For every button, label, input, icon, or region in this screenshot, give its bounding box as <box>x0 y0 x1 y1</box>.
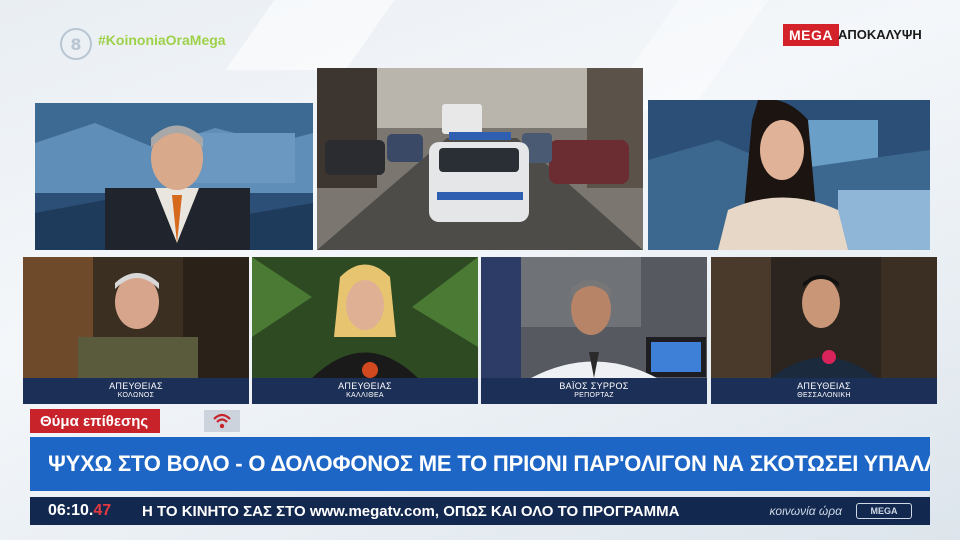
channel-logo-icon: 8 <box>60 28 92 60</box>
panel-status-label: ΑΠΕΥΘΕΙΑΣ <box>338 381 392 391</box>
ticker-show-name: κοινωνία ώρα <box>769 504 842 518</box>
hashtag-label: #KoinoniaOraMega <box>98 32 226 48</box>
panel-caption: ΒΑΪΟΣ ΣΥΡΡΟΣ ΡΕΠΟΡΤΑΖ <box>481 378 707 404</box>
headline-banner: ΨΥΧΩ ΣΤΟ ΒΟΛΟ - Ο ΔΟΛΟΦΟΝΟΣ ΜΕ ΤΟ ΠΡΙΟΝΙ… <box>30 437 930 491</box>
panel-caption: ΑΠΕΥΘΕΙΑΣ ΘΕΣΣΑΛΟΝΙΚΗ <box>711 378 937 404</box>
news-ticker: 06:10.47 Η ΤΟ ΚΙΝΗΤΟ ΣΑΣ ΣΤΟ www.megatv.… <box>30 497 930 525</box>
panel-location-label: ΚΑΛΛΙΘΕΑ <box>346 392 384 399</box>
story-tag: Θύμα επίθεσης <box>30 409 161 433</box>
live-signal-box <box>204 410 240 432</box>
clock-main: 06:10. <box>48 502 94 519</box>
panel-location-label: ΚΟΛΩΝΟΣ <box>117 392 155 399</box>
anchor-left-feed <box>35 103 313 250</box>
network-logo: MEGA <box>783 24 839 46</box>
wifi-icon <box>213 413 231 429</box>
anchor-right-feed <box>648 100 930 250</box>
police-car-footage <box>317 68 643 250</box>
clock-seconds: 47 <box>93 502 112 519</box>
ticker-channel-logo: MEGA <box>856 503 912 519</box>
program-title: ΑΠΟΚΑΛΥΨΗ <box>838 27 922 42</box>
clock: 06:10.47 <box>30 502 136 520</box>
live-feed-thessaloniki: ΑΠΕΥΘΕΙΑΣ ΘΕΣΣΑΛΟΝΙΚΗ <box>711 257 937 404</box>
panel-name-label: ΒΑΪΟΣ ΣΥΡΡΟΣ <box>559 381 629 391</box>
ticker-text: Η ΤΟ ΚΙΝΗΤΟ ΣΑΣ ΣΤΟ www.megatv.com, ΟΠΩΣ… <box>142 502 680 520</box>
live-feed-kallithea: ΑΠΕΥΘΕΙΑΣ ΚΑΛΛΙΘΕΑ <box>252 257 478 404</box>
panel-caption: ΑΠΕΥΘΕΙΑΣ ΚΟΛΩΝΟΣ <box>23 378 249 404</box>
panel-status-label: ΑΠΕΥΘΕΙΑΣ <box>109 381 163 391</box>
studio-feed-reporter: ΒΑΪΟΣ ΣΥΡΡΟΣ ΡΕΠΟΡΤΑΖ <box>481 257 707 404</box>
panel-location-label: ΘΕΣΣΑΛΟΝΙΚΗ <box>797 392 851 399</box>
background-streak <box>225 0 395 70</box>
panel-role-label: ΡΕΠΟΡΤΑΖ <box>574 392 614 399</box>
live-feed-kolonos: ΑΠΕΥΘΕΙΑΣ ΚΟΛΩΝΟΣ <box>23 257 249 404</box>
panel-status-label: ΑΠΕΥΘΕΙΑΣ <box>797 381 851 391</box>
panel-caption: ΑΠΕΥΘΕΙΑΣ ΚΑΛΛΙΘΕΑ <box>252 378 478 404</box>
